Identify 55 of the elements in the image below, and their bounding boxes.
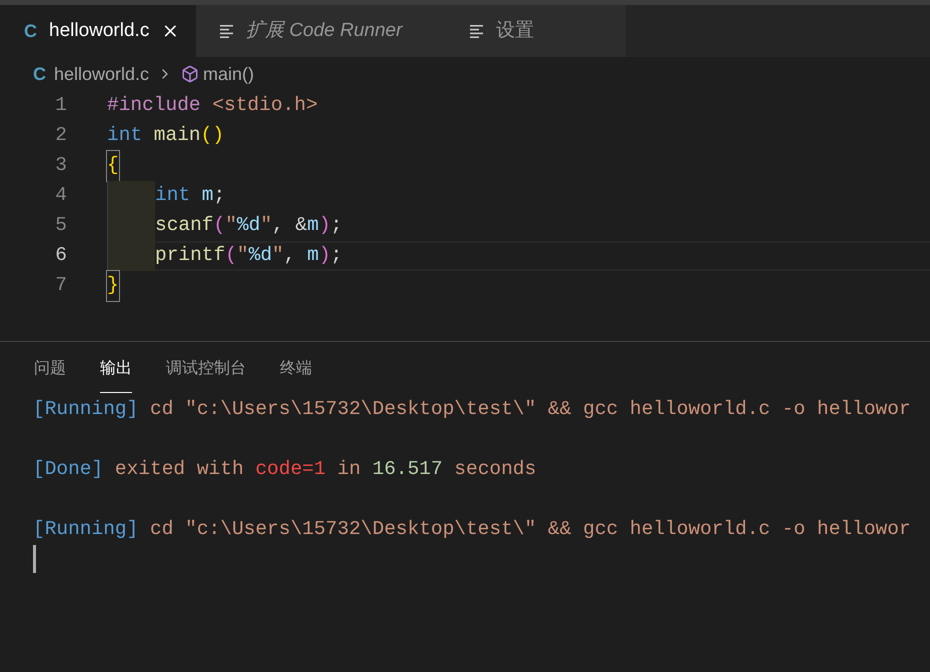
editor-tab[interactable]: C helloworld.c xyxy=(0,5,196,57)
c-language-icon: C xyxy=(33,60,46,88)
code-token: ) xyxy=(318,213,331,238)
code-token: m xyxy=(307,213,319,238)
code-token: " xyxy=(236,243,249,268)
code-token: " xyxy=(272,243,284,268)
output-line: [Running] cd "c:\Users\15732\Desktop\test\" && gcc helloworld.c -o hellowor xyxy=(33,397,911,422)
matched-bracket: { xyxy=(107,151,119,181)
code-token: m xyxy=(306,243,319,268)
breadcrumb-item[interactable]: main() xyxy=(203,60,254,88)
lines-icon xyxy=(470,24,484,38)
code-token: main xyxy=(152,123,201,148)
breadcrumb-item[interactable]: helloworld.c xyxy=(54,60,150,88)
panel-tab[interactable]: 调试控制台 xyxy=(166,357,246,393)
code-token: " xyxy=(225,213,237,238)
line-number: 2 xyxy=(54,123,67,148)
tab-label: helloworld.c xyxy=(49,18,150,43)
code-token: , xyxy=(284,243,296,268)
line-number: 6 xyxy=(54,243,67,268)
code-token: ( xyxy=(225,243,237,268)
code-token: ; xyxy=(330,243,342,268)
panel-tab[interactable]: 问题 xyxy=(34,357,66,393)
code-token: int xyxy=(107,123,142,148)
code-token: printf xyxy=(155,243,226,268)
output-line: [Done] exited with code=1 in 16.517 seconds xyxy=(33,457,536,482)
code-token: scanf xyxy=(155,213,214,238)
editor-tab[interactable]: 设置 xyxy=(446,5,626,57)
code-token: " xyxy=(260,213,272,238)
code-token: ( xyxy=(214,213,226,238)
line-number: 1 xyxy=(54,93,67,118)
code-token: ; xyxy=(330,213,342,238)
line-number: 7 xyxy=(54,273,67,298)
c-language-icon: C xyxy=(24,18,37,44)
code-token: ) xyxy=(318,243,331,268)
code-token: () xyxy=(200,123,224,148)
matched-bracket: } xyxy=(107,271,119,301)
tab-label: 设置 xyxy=(496,18,534,43)
code-token: , & xyxy=(272,213,308,238)
cube-icon xyxy=(181,65,200,83)
code-token: <stdio.h> xyxy=(211,93,318,118)
code-token: ; xyxy=(214,183,226,208)
line-number: 4 xyxy=(54,183,67,208)
output-line: [Running] cd "c:\Users\15732\Desktop\test\" && gcc helloworld.c -o hellowor xyxy=(33,517,911,542)
panel-tab[interactable]: 输出 xyxy=(100,357,132,393)
lines-icon xyxy=(220,24,234,38)
code-token: #include xyxy=(107,93,201,118)
editor-tab[interactable]: 扩展 Code Runner xyxy=(196,5,446,57)
code-token: %d xyxy=(248,243,272,268)
line-number: 3 xyxy=(54,153,67,178)
line-number: 5 xyxy=(54,213,67,238)
code-token: int xyxy=(155,183,190,208)
tab-label: 扩展 Code Runner xyxy=(246,18,402,43)
code-token: m xyxy=(200,183,214,208)
panel-tab[interactable]: 终端 xyxy=(280,357,312,393)
code-token: %d xyxy=(236,213,260,238)
